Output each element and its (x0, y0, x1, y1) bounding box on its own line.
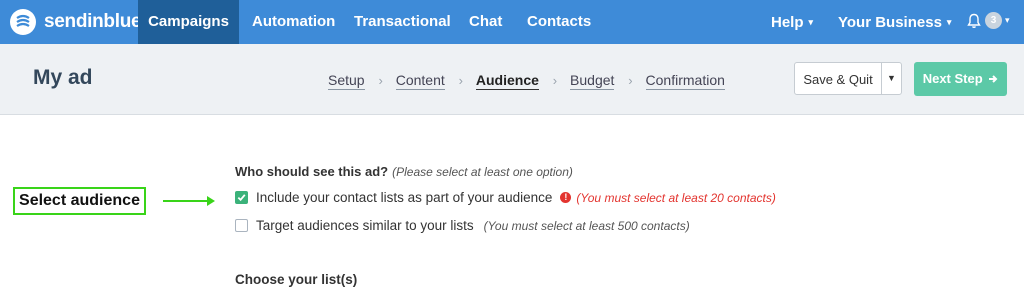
sendinblue-logo-icon (10, 9, 36, 35)
step-setup[interactable]: Setup (328, 72, 365, 90)
brand-logo[interactable]: sendinblue (10, 8, 142, 36)
annotation-arrow-icon (163, 196, 215, 206)
help-menu[interactable]: Help ▾ (771, 0, 813, 44)
chevron-down-icon: ▾ (808, 17, 814, 27)
top-navigation-bar: sendinblue Campaigns Automation Transact… (0, 0, 1024, 44)
step-breadcrumb: Setup › Content › Audience › Budget › Co… (328, 72, 725, 90)
question-hint: (Please select at least one option) (392, 165, 573, 179)
option-label: Target audiences similar to your lists (256, 218, 474, 233)
chevron-right-icon: › (378, 73, 383, 88)
include-contact-lists-checkbox[interactable] (235, 191, 248, 204)
help-label: Help (771, 14, 804, 31)
step-audience[interactable]: Audience (475, 72, 539, 90)
save-options-dropdown[interactable]: ▼ (881, 62, 902, 95)
audience-question: Who should see this ad? (Please select at… (235, 164, 573, 179)
notification-count-badge[interactable]: 3 (985, 12, 1002, 29)
similar-audiences-option[interactable]: Target audiences similar to your lists (… (235, 218, 690, 233)
business-menu[interactable]: Your Business ▾ (838, 0, 951, 44)
business-label: Your Business (838, 14, 942, 31)
chevron-down-icon: ▾ (946, 17, 952, 27)
option-label: Include your contact lists as part of yo… (256, 190, 553, 205)
similar-audiences-checkbox[interactable] (235, 219, 248, 232)
step-content[interactable]: Content (395, 72, 445, 90)
chevron-right-icon: › (628, 73, 633, 88)
next-step-label: Next Step (922, 71, 983, 86)
step-confirmation[interactable]: Confirmation (645, 72, 725, 90)
nav-item-chat[interactable]: Chat (469, 0, 502, 44)
error-message: (You must select at least 20 contacts) (576, 190, 776, 205)
choose-lists-heading: Choose your list(s) (235, 272, 358, 287)
nav-item-contacts[interactable]: Contacts (527, 0, 591, 44)
chevron-down-icon: ▼ (887, 73, 896, 83)
nav-item-transactional[interactable]: Transactional (354, 0, 451, 44)
step-budget[interactable]: Budget (570, 72, 615, 90)
annotation-label: Select audience (13, 187, 146, 215)
nav-item-automation[interactable]: Automation (252, 0, 335, 44)
question-text: Who should see this ad? (235, 164, 389, 179)
warning-icon: ! (560, 192, 572, 203)
checkmark-icon (237, 194, 246, 202)
save-and-quit-button[interactable]: Save & Quit (794, 62, 882, 95)
brand-name: sendinblue (44, 11, 142, 32)
next-step-button[interactable]: Next Step (914, 62, 1007, 96)
bell-icon[interactable] (967, 13, 981, 34)
include-contact-lists-option[interactable]: Include your contact lists as part of yo… (235, 190, 776, 205)
campaign-header: My ad Setup › Content › Audience › Budge… (0, 44, 1024, 115)
requirement-note: (You must select at least 500 contacts) (483, 218, 690, 233)
arrow-right-icon (989, 75, 998, 83)
chevron-down-icon[interactable]: ▾ (1005, 15, 1010, 26)
page-title: My ad (33, 66, 93, 89)
nav-item-campaigns[interactable]: Campaigns (138, 0, 239, 44)
chevron-right-icon: › (458, 73, 463, 88)
chevron-right-icon: › (552, 73, 558, 88)
